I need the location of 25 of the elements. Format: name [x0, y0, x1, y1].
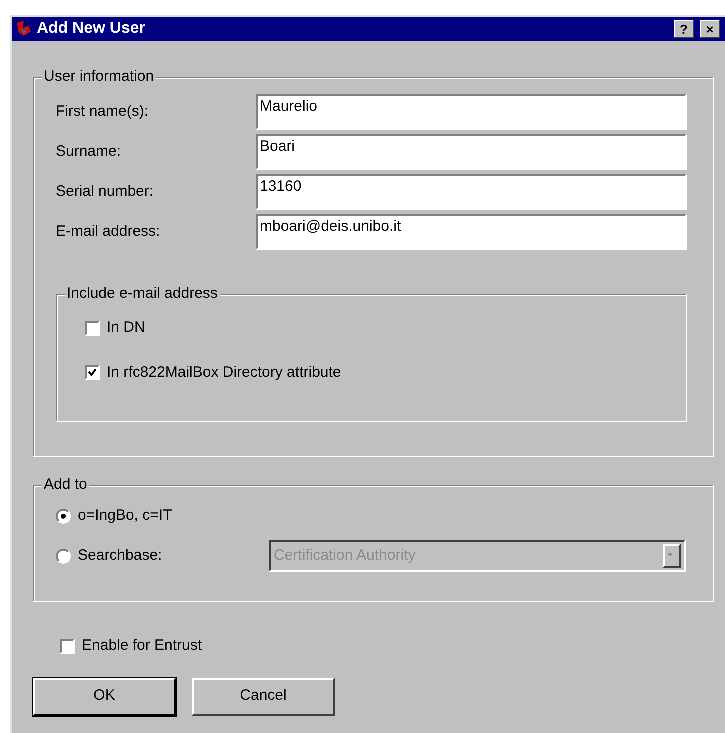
checkbox[interactable] — [85, 320, 100, 336]
checkbox-label: In DN — [107, 318, 146, 338]
checkbox-label: Enable for Entrust — [82, 636, 202, 656]
field-label: E-mail address: — [56, 222, 162, 242]
text-field[interactable]: mboari@deis.unibo.it — [256, 214, 687, 250]
text-field[interactable]: 13160 — [256, 174, 687, 210]
radio-label: o=IngBo, c=IT — [78, 506, 172, 526]
caret-icon — [663, 544, 681, 568]
radio-button[interactable] — [56, 508, 71, 524]
app-icon — [15, 20, 33, 38]
help-button[interactable]: ? — [674, 20, 694, 38]
radio-label: Searchbase: — [78, 546, 162, 566]
radio-button[interactable] — [56, 548, 71, 564]
field-label: Surname: — [56, 142, 122, 162]
text-field[interactable]: Boari — [256, 134, 687, 170]
close-button[interactable]: × — [700, 20, 720, 38]
text-field[interactable]: Maurelio — [256, 94, 687, 130]
checkbox[interactable] — [60, 638, 75, 654]
checkbox[interactable] — [85, 365, 100, 380]
ok-button[interactable]: OK — [33, 678, 176, 716]
field-label: Serial number: — [56, 182, 155, 202]
checkbox-label: In rfc822MailBox Directory attribute — [107, 362, 342, 382]
cancel-button[interactable]: Cancel — [192, 678, 335, 716]
field-label: First name(s): — [56, 102, 150, 122]
window-title: Add New User — [37, 19, 146, 39]
